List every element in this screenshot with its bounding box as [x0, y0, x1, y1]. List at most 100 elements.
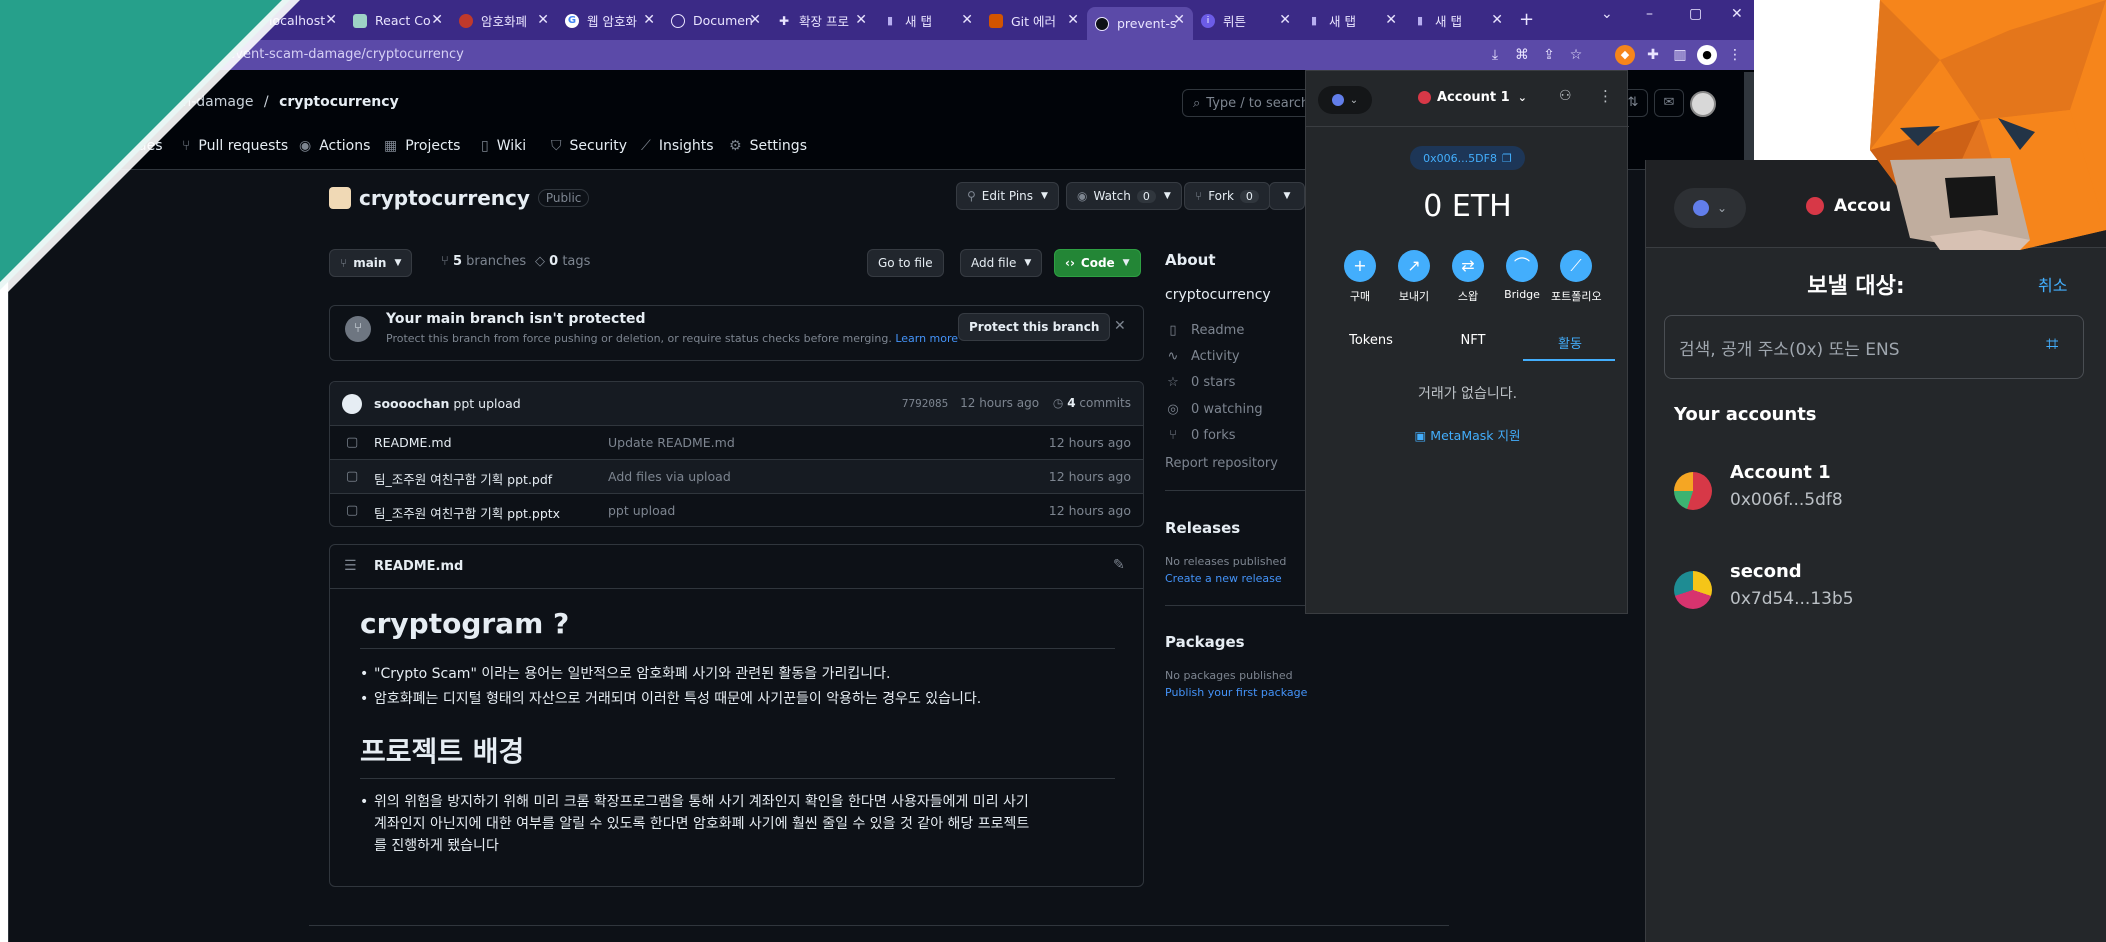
buy-button[interactable]: + 구매 [1335, 250, 1385, 304]
connected-sites-icon[interactable]: ⚇ [1559, 88, 1572, 104]
close-icon[interactable]: ✕ [1067, 12, 1079, 28]
branches-link[interactable]: ⑂ 5 branches [441, 254, 526, 269]
tags-link[interactable]: ◇ 0 tags [535, 254, 590, 269]
close-icon[interactable]: ✕ [1491, 12, 1503, 28]
bridge-button[interactable]: ⌒ Bridge [1497, 250, 1547, 301]
packages-title[interactable]: Packages [1165, 633, 1245, 651]
publish-package-link[interactable]: Publish your first package [1165, 686, 1307, 699]
network-selector[interactable]: ⌄ [1674, 188, 1746, 228]
browser-tab[interactable]: i 뤼튼 ✕ [1193, 7, 1299, 34]
watch-button[interactable]: ◉ Watch 0 ▼ [1066, 182, 1182, 210]
avatar[interactable] [1690, 91, 1716, 117]
more-vert-icon[interactable]: ⋮ [1725, 45, 1745, 65]
tab-wiki[interactable]: ▯ Wiki [481, 138, 526, 154]
browser-tab[interactable]: ▮ 새 탭 ✕ [875, 7, 981, 34]
file-name[interactable]: 팀_조주원 여친구함 기획 ppt.pptx [374, 503, 560, 522]
browser-tab[interactable]: Git 에러 ✕ [981, 7, 1087, 34]
tab-activity[interactable]: 활동 [1522, 333, 1618, 352]
tab-settings[interactable]: ⚙ Settings [729, 138, 807, 154]
commit-message[interactable]: ppt upload [453, 396, 520, 411]
fork-dropdown-button[interactable]: ▼ [1269, 182, 1305, 210]
commit-count[interactable]: 4 [1067, 396, 1075, 410]
learn-more-link[interactable]: Learn more [895, 332, 958, 345]
close-icon[interactable]: ✕ [961, 12, 973, 28]
close-icon[interactable]: ✕ [749, 12, 761, 28]
commit-author-name[interactable]: soooochan [374, 396, 449, 411]
branch-select-button[interactable]: ⑂ main ▼ [329, 249, 413, 277]
close-icon[interactable]: ✕ [431, 12, 443, 28]
about-forks[interactable]: ⑂ 0 forks [1165, 428, 1236, 443]
table-row[interactable]: ▢ README.md Update README.md 12 hours ag… [330, 426, 1143, 460]
fork-button[interactable]: ⑂ Fork 0 [1184, 182, 1270, 210]
commit-count-label[interactable]: commits [1079, 396, 1131, 410]
browser-tab[interactable]: Documen ✕ [663, 7, 769, 34]
tab-security[interactable]: ⛉ Security [551, 138, 627, 154]
extensions-icon[interactable]: ✚ [1643, 45, 1663, 65]
cancel-button[interactable]: 취소 [2038, 272, 2067, 296]
edit-pins-button[interactable]: ⚲ Edit Pins ▼ [956, 182, 1059, 210]
browser-tab[interactable]: G 웹 암호화 ✕ [557, 7, 663, 34]
browser-tab-active[interactable]: prevent-s ✕ [1087, 7, 1193, 40]
commit-hash[interactable]: 7792085 [902, 397, 948, 410]
translate-icon[interactable]: ⌘ [1512, 45, 1532, 65]
code-button[interactable]: ‹› Code ▼ [1054, 249, 1141, 277]
tab-actions[interactable]: ◉ Actions [299, 138, 370, 154]
send-button[interactable]: ↗ 보내기 [1389, 250, 1439, 304]
pencil-icon[interactable]: ✎ [1113, 557, 1125, 573]
side-panel-icon[interactable]: ▥ [1670, 45, 1690, 65]
close-icon[interactable]: ✕ [855, 12, 867, 28]
tab-projects[interactable]: ▦ Projects [384, 138, 460, 154]
address-copy-button[interactable]: 0x006...5DF8 ❐ [1410, 146, 1525, 170]
table-row[interactable]: ▢ 팀_조주원 여친구함 기획 ppt.pptx ppt upload 12 h… [330, 494, 1143, 526]
tab-tokens[interactable]: Tokens [1323, 333, 1419, 348]
close-icon[interactable]: ✕ [1385, 12, 1397, 28]
about-readme[interactable]: ▯ Readme [1165, 323, 1244, 338]
browser-tab[interactable]: 암호화폐 ✕ [451, 7, 557, 34]
tab-nft[interactable]: NFT [1425, 333, 1521, 348]
recipient-search-input[interactable]: 검색, 공개 주소(0x) 또는 ENS [1664, 315, 2084, 379]
close-icon[interactable]: ✕ [643, 12, 655, 28]
close-icon[interactable]: ✕ [1114, 318, 1126, 334]
browser-tab[interactable]: ▮ 새 탭 ✕ [1299, 7, 1405, 34]
account-selector[interactable]: Account 1 ⌄ [1418, 90, 1527, 105]
about-activity[interactable]: ∿ Activity [1165, 349, 1240, 364]
tab-insights[interactable]: ⟋ Insights [641, 138, 714, 154]
metamask-support-link[interactable]: ▣ MetaMask 지원 [1306, 425, 1629, 444]
table-row[interactable]: ▢ 팀_조주원 여친구함 기획 ppt.pdf Add files via up… [330, 460, 1143, 494]
go-to-file-button[interactable]: Go to file [867, 249, 944, 277]
close-icon[interactable]: ✕ [325, 12, 337, 28]
maximize-icon[interactable]: ▢ [1689, 6, 1702, 22]
avatar[interactable] [342, 394, 362, 414]
protect-branch-button[interactable]: Protect this branch [958, 313, 1111, 341]
close-icon[interactable]: ✕ [1279, 12, 1291, 28]
report-repository-link[interactable]: Report repository [1165, 456, 1278, 471]
list-item[interactable]: second 0x7d54...13b5 [1674, 557, 2084, 621]
tab-search-icon[interactable]: ⌄ [1601, 6, 1613, 22]
share-icon[interactable]: ⇪ [1539, 45, 1559, 65]
file-commit-message[interactable]: ppt upload [608, 503, 675, 518]
scrollbar[interactable] [1744, 72, 1754, 162]
file-commit-message[interactable]: Add files via upload [608, 469, 731, 484]
minimize-icon[interactable]: – [1646, 6, 1653, 22]
about-stars[interactable]: ☆ 0 stars [1165, 375, 1235, 390]
portfolio-button[interactable]: ⟋ 포트폴리오 [1551, 250, 1602, 304]
file-name[interactable]: README.md [374, 435, 452, 450]
swap-button[interactable]: ⇄ 스왑 [1443, 250, 1493, 304]
list-item[interactable]: Account 1 0x006f...5df8 [1674, 458, 2084, 522]
new-tab-button[interactable]: + [1519, 9, 1534, 30]
readme-filename[interactable]: README.md [374, 559, 463, 574]
metamask-extension-icon[interactable]: ◆ [1615, 45, 1635, 65]
page-title[interactable]: cryptocurrency [359, 186, 530, 210]
window-close-icon[interactable]: ✕ [1731, 6, 1743, 22]
browser-tab[interactable]: ✚ 확장 프로 ✕ [769, 7, 875, 34]
file-name[interactable]: 팀_조주원 여친구함 기획 ppt.pdf [374, 469, 552, 488]
bookmark-star-icon[interactable]: ☆ [1566, 45, 1586, 65]
browser-tab[interactable]: ▮ 새 탭 ✕ [1405, 7, 1511, 34]
file-commit-message[interactable]: Update README.md [608, 435, 735, 450]
close-icon[interactable]: ✕ [1173, 12, 1185, 28]
browser-tab[interactable]: React Co ✕ [345, 7, 451, 34]
list-icon[interactable]: ☰ [344, 558, 357, 574]
more-vert-icon[interactable]: ⋮ [1598, 87, 1613, 105]
releases-title[interactable]: Releases [1165, 519, 1240, 537]
search-input[interactable]: ⌕ Type / to search [1182, 89, 1317, 117]
